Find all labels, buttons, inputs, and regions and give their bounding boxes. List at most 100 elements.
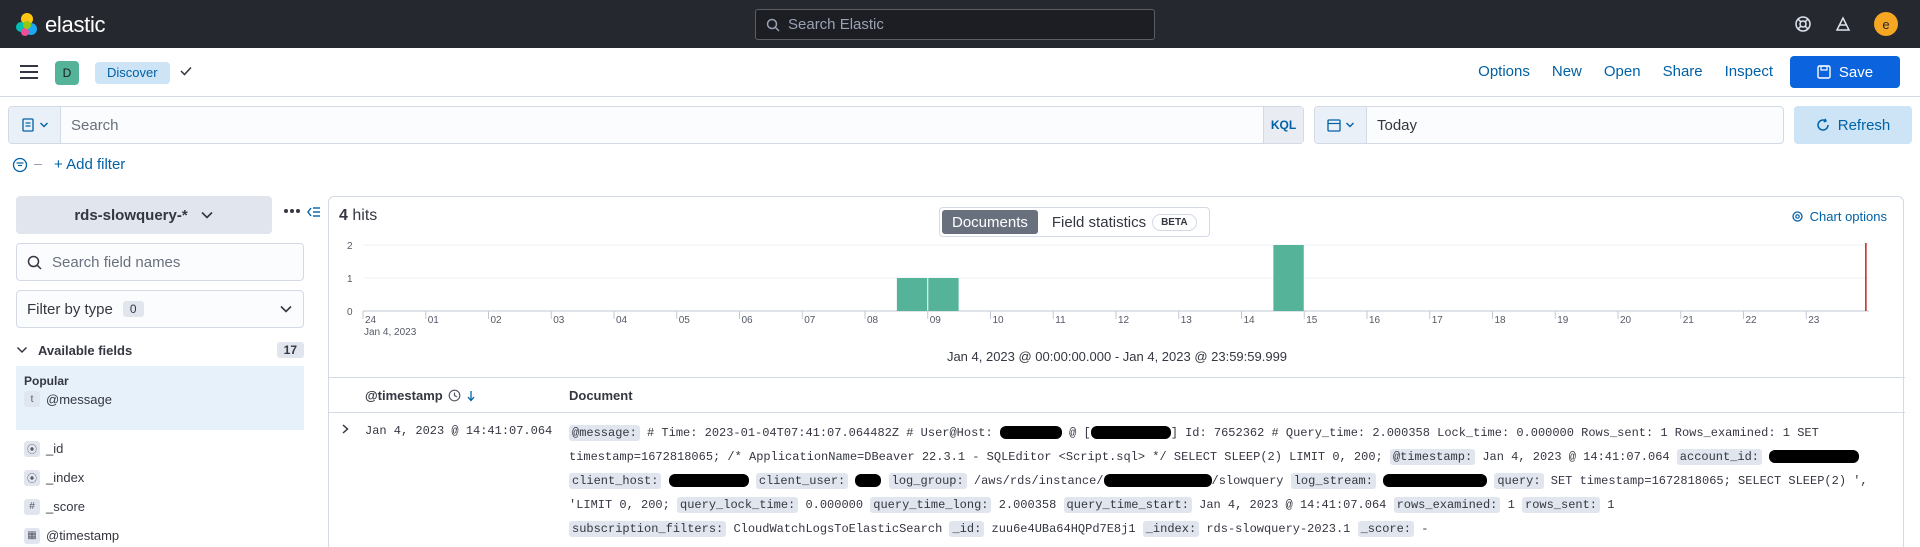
redacted-block — [855, 474, 882, 488]
menu-toggle-icon[interactable] — [20, 65, 38, 79]
elastic-logo[interactable]: elastic — [15, 12, 106, 38]
global-search-input[interactable] — [788, 16, 1128, 33]
x-tick-label: 22 — [1746, 315, 1758, 326]
field-item[interactable]: # _score — [24, 492, 304, 521]
field-item[interactable]: t @message — [24, 388, 296, 410]
field-name: _id — [46, 441, 64, 456]
y-tick-label: 1 — [347, 274, 353, 285]
filter-by-type-button[interactable]: Filter by type 0 — [16, 290, 304, 328]
field-value: # Time: 2023-01-04T07:41:07.064482Z # Us… — [647, 426, 993, 440]
inspect-link[interactable]: Inspect — [1714, 56, 1784, 88]
saved-query-menu[interactable] — [9, 107, 61, 143]
column-header-timestamp[interactable]: @timestamp — [365, 388, 476, 403]
document-summary: @message: # Time: 2023-01-04T07:41:07.06… — [569, 421, 1869, 541]
histogram-bar[interactable] — [928, 278, 959, 311]
table-row[interactable]: Jan 4, 2023 @ 14:41:07.064 @message: # T… — [329, 413, 1905, 547]
save-button[interactable]: Save — [1790, 56, 1900, 88]
field-value: Jan 4, 2023 @ 14:41:07.064 — [1199, 498, 1387, 512]
collapse-sidebar-icon[interactable] — [307, 206, 321, 218]
field-value: rds-slowquery-2023.1 — [1206, 522, 1351, 536]
quick-date-menu[interactable] — [1315, 107, 1367, 143]
more-options-icon[interactable] — [283, 208, 301, 214]
x-tick-label: 06 — [742, 315, 754, 326]
brand-name: elastic — [45, 12, 106, 37]
date-picker: Today — [1314, 106, 1784, 144]
field-value: /slowquery — [1211, 474, 1284, 488]
x-tick-label: 21 — [1683, 315, 1695, 326]
add-filter-link[interactable]: + Add filter — [54, 156, 125, 173]
refresh-button[interactable]: Refresh — [1794, 106, 1912, 144]
field-value: 1 — [1507, 498, 1515, 512]
field-item[interactable]: ⦿ _id — [24, 434, 304, 463]
global-search[interactable] — [755, 9, 1155, 40]
options-link[interactable]: Options — [1467, 56, 1541, 88]
field-key: log_group: — [888, 473, 967, 489]
field-item[interactable]: ▦ @timestamp — [24, 521, 304, 547]
x-tick-label: 03 — [553, 315, 565, 326]
field-value: Jan 4, 2023 @ 14:41:07.064 — [1482, 450, 1670, 464]
x-tick-label: 01 — [428, 315, 440, 326]
data-view-selector[interactable]: rds-slowquery-* — [16, 196, 272, 234]
chevron-down-icon — [16, 346, 28, 354]
help-icon[interactable] — [1794, 15, 1812, 33]
breadcrumb-discover[interactable]: Discover — [95, 62, 170, 84]
field-name: _index — [46, 470, 85, 485]
field-key: client_user: — [755, 473, 849, 489]
chart-options-button[interactable]: Chart options — [1791, 209, 1887, 224]
field-key: client_host: — [569, 473, 662, 489]
x-tick-label: 10 — [993, 315, 1005, 326]
field-value: - — [1421, 522, 1429, 536]
histogram-bar[interactable] — [896, 278, 928, 311]
field-key: _score: — [1357, 521, 1415, 537]
field-item[interactable]: ⦿ _index — [24, 463, 304, 492]
field-value: timestamp=1672818065; /* ApplicationName… — [569, 450, 1383, 464]
field-key: rows_sent: — [1522, 497, 1601, 513]
newsfeed-icon[interactable] — [1834, 15, 1852, 33]
redacted-block — [999, 426, 1062, 440]
field-value: SET timestamp=1672818065; SELECT SLEEP(2… — [1550, 474, 1868, 488]
tab-field-statistics[interactable]: Field statistics BETA — [1042, 210, 1207, 234]
x-tick-label: 18 — [1495, 315, 1507, 326]
space-avatar[interactable]: D — [55, 61, 79, 85]
x-tick-label: 14 — [1244, 315, 1256, 326]
row-timestamp: Jan 4, 2023 @ 14:41:07.064 — [365, 424, 553, 438]
field-key: query: — [1494, 473, 1544, 489]
field-value: zuu6e4UBa64HQPd7E8j1 — [991, 522, 1136, 536]
x-tick-label: 09 — [930, 315, 942, 326]
x-tick-label: 15 — [1306, 315, 1318, 326]
available-fields-toggle[interactable]: Available fields 17 — [16, 338, 304, 362]
query-language-button[interactable]: KQL — [1263, 107, 1303, 143]
field-search-input[interactable] — [52, 253, 292, 271]
user-avatar[interactable]: e — [1874, 12, 1898, 36]
redacted-block — [1383, 474, 1488, 488]
redacted-block — [668, 474, 749, 488]
histogram-bar[interactable] — [1273, 245, 1304, 311]
field-value: ] Id: 7652362 # Query_time: 2.000358 Loc… — [1170, 426, 1819, 440]
save-label: Save — [1838, 63, 1874, 81]
new-link[interactable]: New — [1541, 56, 1593, 88]
y-tick-label: 2 — [347, 241, 353, 252]
field-value: 1 — [1607, 498, 1615, 512]
field-search[interactable] — [16, 243, 304, 281]
view-mode-tabs: Documents Field statistics BETA — [939, 207, 1210, 237]
field-type-date-icon: ▦ — [24, 527, 40, 544]
query-input[interactable] — [61, 116, 1263, 134]
tab-documents[interactable]: Documents — [942, 210, 1038, 234]
filter-icon[interactable] — [12, 157, 28, 173]
x-tick-label: 17 — [1432, 315, 1444, 326]
tab-field-statistics-label: Field statistics — [1051, 213, 1147, 231]
sort-descending-icon[interactable] — [466, 390, 476, 402]
chevron-right-icon[interactable] — [339, 423, 351, 435]
field-key: rows_examined: — [1393, 497, 1501, 513]
divider — [34, 164, 42, 165]
field-type-number-icon: # — [24, 498, 40, 515]
share-link[interactable]: Share — [1652, 56, 1714, 88]
histogram-chart[interactable]: 01224 01 02 03 04 05 06 07 08 09 10 11 12 13 14 15 16 17 1… — [329, 241, 1905, 351]
date-range-value[interactable]: Today — [1367, 117, 1417, 134]
redacted-block — [1769, 450, 1860, 464]
discover-main-panel: 4 hits Documents Field statistics BETA C… — [328, 196, 1905, 547]
search-icon — [27, 255, 42, 270]
x-tick-label: 23 — [1808, 315, 1820, 326]
open-link[interactable]: Open — [1593, 56, 1652, 88]
check-icon — [180, 66, 192, 76]
